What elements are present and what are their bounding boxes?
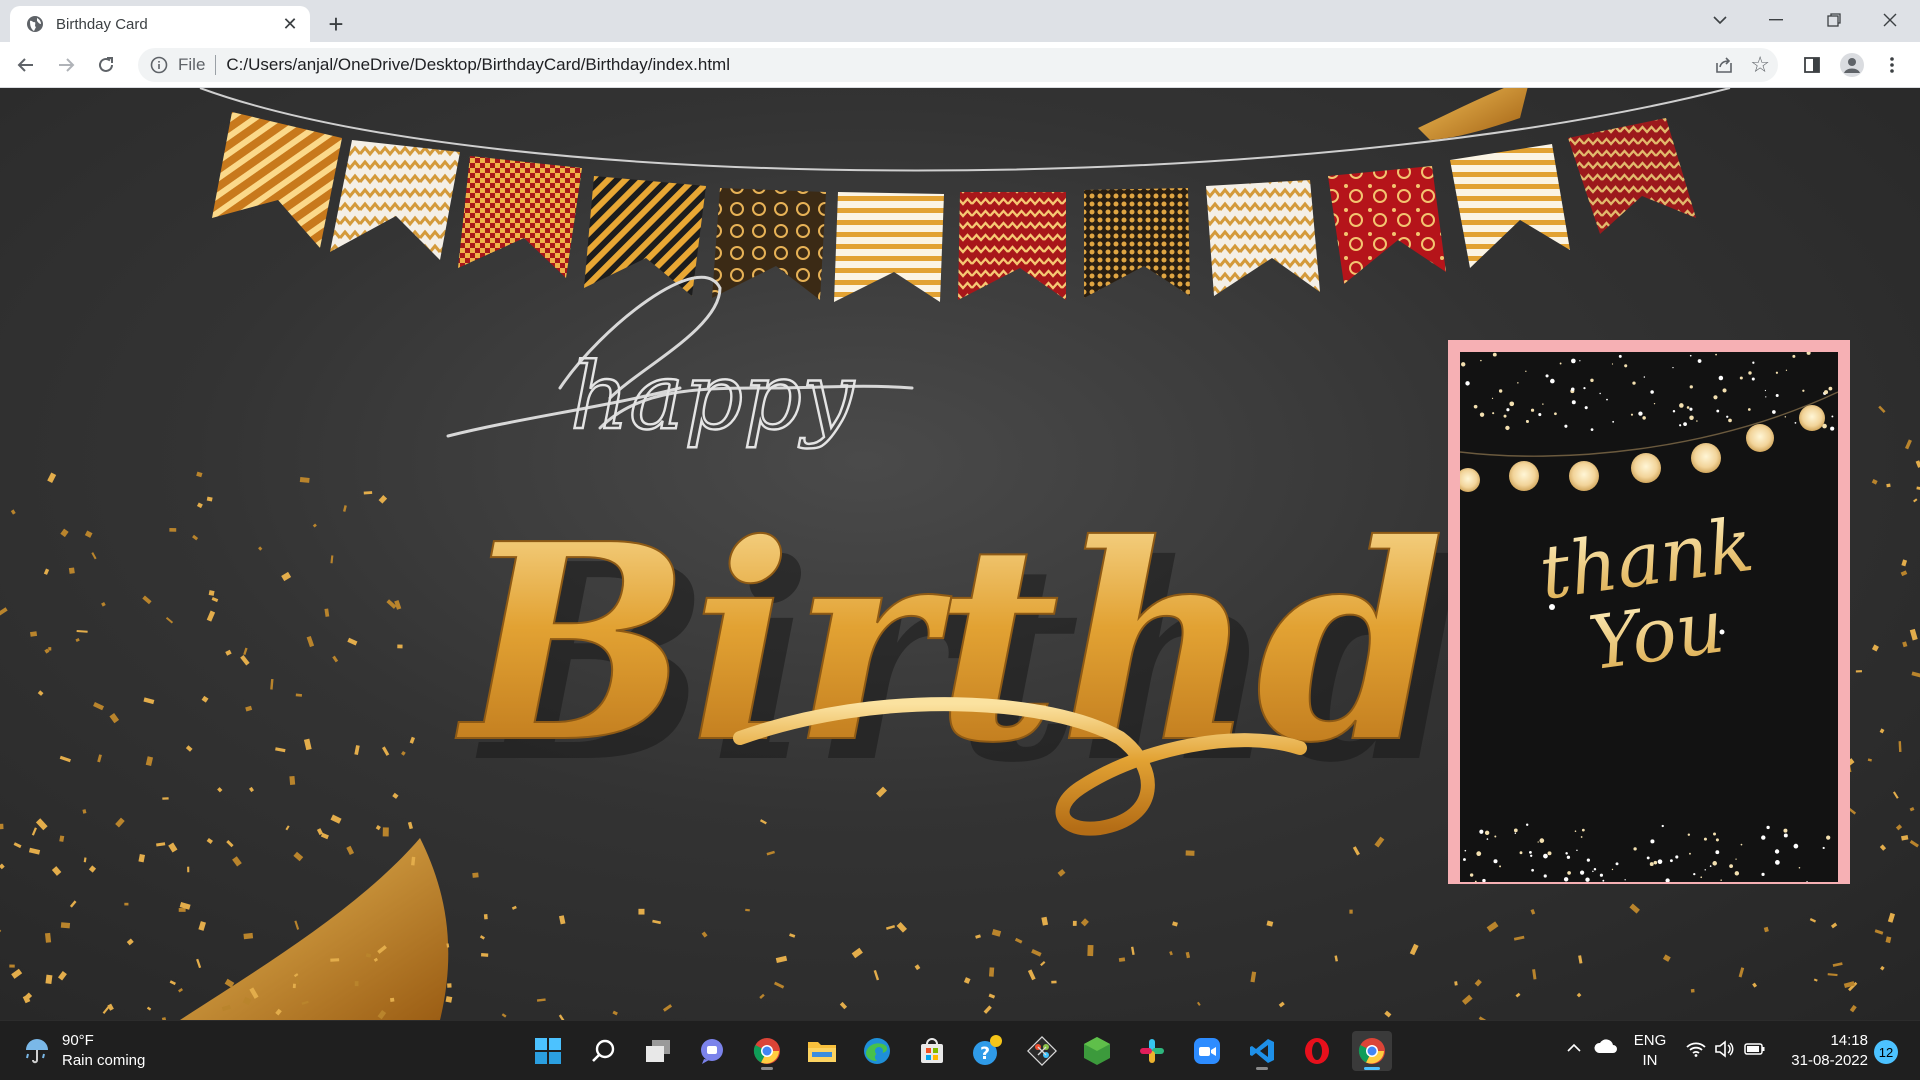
search-icon[interactable]	[584, 1031, 624, 1071]
svg-text:?: ?	[980, 1044, 990, 1064]
start-icon[interactable]	[528, 1031, 568, 1071]
language-indicator[interactable]: ENG IN	[1630, 1031, 1670, 1071]
reload-icon[interactable]	[90, 49, 122, 81]
file-explorer-icon[interactable]	[802, 1031, 842, 1071]
weather-widget[interactable]: 90°F Rain coming	[22, 1031, 145, 1071]
slack-icon[interactable]	[1132, 1031, 1172, 1071]
tab-search-icon[interactable]	[1692, 0, 1748, 40]
lang-top: ENG	[1633, 1032, 1667, 1049]
windows-taskbar: 90°F Rain coming ? ENG IN 14:18 31-08-20…	[0, 1020, 1920, 1080]
umbrella-rain-icon	[26, 1039, 48, 1064]
thank-you-card-art: thank You	[1460, 352, 1838, 882]
weather-temp: 90°F	[62, 1032, 94, 1049]
browser-toolbar: File C:/Users/anjal/OneDrive/Desktop/Bir…	[0, 42, 1920, 88]
url-separator	[215, 55, 217, 75]
clock[interactable]: 14:18 31-08-2022	[1776, 1031, 1868, 1071]
happy-script-text: happy	[570, 343, 855, 450]
battery-icon[interactable]	[1744, 1041, 1766, 1062]
clock-date: 31-08-2022	[1791, 1052, 1868, 1069]
vscode-icon[interactable]	[1242, 1031, 1282, 1071]
page-viewport: happy Birthday Birthday thank You	[0, 88, 1920, 1020]
browser-tab[interactable]: Birthday Card ✕	[10, 6, 310, 42]
tab-title: Birthday Card	[56, 15, 148, 33]
info-icon[interactable]	[150, 56, 168, 74]
new-tab-button[interactable]: +	[320, 8, 352, 40]
side-panel-icon[interactable]	[1796, 49, 1828, 81]
forward-icon[interactable]	[50, 49, 82, 81]
edge-icon[interactable]	[857, 1031, 897, 1071]
close-window-icon[interactable]	[1862, 0, 1918, 40]
git-icon[interactable]	[1022, 1031, 1062, 1071]
store-icon[interactable]	[912, 1031, 952, 1071]
restore-icon[interactable]	[1806, 0, 1862, 40]
chrome-active-icon[interactable]	[1352, 1031, 1392, 1071]
zoom-icon[interactable]	[1187, 1031, 1227, 1071]
card-you-text: You	[1584, 583, 1729, 687]
bookmark-star-icon[interactable]: ☆	[1750, 52, 1770, 78]
profile-avatar-icon[interactable]	[1836, 49, 1868, 81]
lang-bottom: IN	[1642, 1052, 1658, 1069]
menu-kebab-icon[interactable]	[1876, 49, 1908, 81]
close-tab-icon[interactable]: ✕	[276, 10, 304, 38]
url-text[interactable]: C:/Users/anjal/OneDrive/Desktop/Birthday…	[226, 55, 730, 75]
address-bar[interactable]: File C:/Users/anjal/OneDrive/Desktop/Bir…	[138, 48, 1778, 82]
tab-strip: Birthday Card ✕ +	[0, 0, 1920, 42]
task-view-icon[interactable]	[638, 1031, 678, 1071]
minimize-icon[interactable]	[1748, 0, 1804, 40]
opera-icon[interactable]	[1297, 1031, 1337, 1071]
back-icon[interactable]	[10, 49, 42, 81]
teams-chat-icon[interactable]	[692, 1031, 732, 1071]
notification-badge[interactable]: 12	[1874, 1040, 1898, 1064]
onedrive-cloud-icon[interactable]	[1594, 1039, 1618, 1060]
help-icon[interactable]: ?	[967, 1031, 1007, 1071]
thank-you-card[interactable]: thank You	[1460, 352, 1838, 882]
volume-icon[interactable]	[1714, 1040, 1734, 1063]
weather-desc: Rain coming	[62, 1052, 146, 1069]
thank-you-card-frame: thank You	[1448, 340, 1850, 884]
url-scheme: File	[178, 55, 206, 74]
globe-icon	[27, 16, 43, 32]
share-icon[interactable]	[1714, 55, 1734, 75]
chrome-icon[interactable]	[747, 1031, 787, 1071]
show-hidden-icons[interactable]	[1566, 1041, 1582, 1059]
nodejs-icon[interactable]	[1077, 1031, 1117, 1071]
wifi-icon[interactable]	[1686, 1041, 1706, 1062]
clock-time: 14:18	[1830, 1032, 1868, 1049]
